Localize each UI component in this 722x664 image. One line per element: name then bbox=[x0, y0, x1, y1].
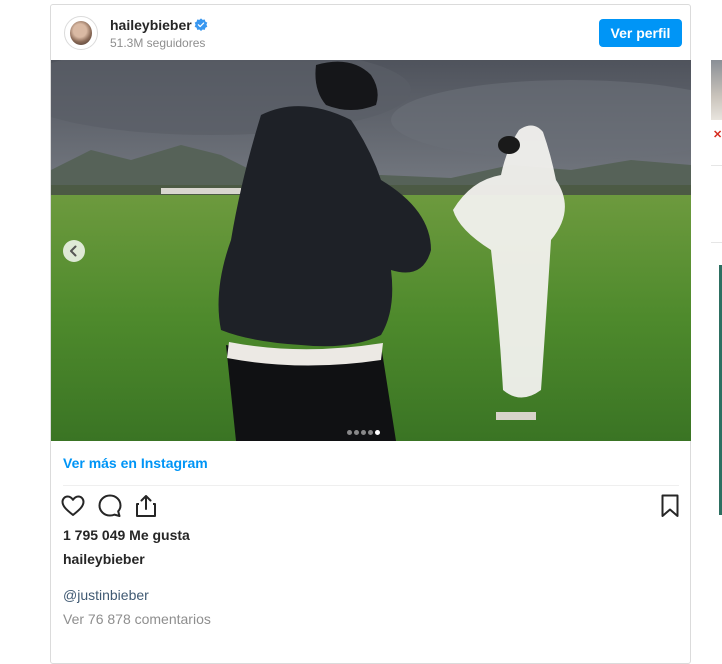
see-more-on-instagram-link[interactable]: Ver más en Instagram bbox=[63, 455, 208, 471]
carousel-indicator bbox=[347, 422, 382, 435]
carousel-dot bbox=[361, 430, 366, 435]
instagram-embed-card: haileybieber 51.3M seguidores Ver perfil bbox=[50, 4, 691, 664]
view-profile-button[interactable]: Ver perfil bbox=[599, 19, 682, 47]
heart-icon[interactable] bbox=[60, 493, 86, 519]
carousel-dot-active bbox=[375, 430, 380, 435]
post-photo[interactable] bbox=[51, 60, 691, 441]
view-comments-link[interactable]: Ver 76 878 comentarios bbox=[63, 611, 211, 627]
follower-count: 51.3M seguidores bbox=[110, 36, 206, 50]
verified-badge-icon bbox=[194, 18, 208, 32]
post-username[interactable]: haileybieber bbox=[110, 17, 192, 33]
carousel-prev-button[interactable] bbox=[63, 240, 85, 262]
divider bbox=[711, 242, 722, 243]
carousel-dot bbox=[368, 430, 373, 435]
chevron-left-icon bbox=[70, 245, 77, 257]
divider bbox=[63, 485, 679, 486]
bookmark-icon[interactable] bbox=[657, 493, 683, 519]
share-icon[interactable] bbox=[133, 493, 159, 519]
sidebar-thumbnail-fragment bbox=[711, 60, 722, 120]
like-count: 1 795 049 Me gusta bbox=[63, 527, 190, 543]
comment-bubble-icon[interactable] bbox=[97, 493, 123, 519]
caption-mention[interactable]: @justinbieber bbox=[63, 587, 149, 603]
sidebar-close-icon: ✕ bbox=[713, 129, 722, 141]
photo-scene bbox=[51, 60, 691, 441]
post-header: haileybieber 51.3M seguidores Ver perfil bbox=[51, 5, 690, 61]
caption-username[interactable]: haileybieber bbox=[63, 551, 145, 567]
carousel-dot bbox=[347, 430, 352, 435]
avatar[interactable] bbox=[64, 16, 98, 50]
divider bbox=[711, 165, 722, 166]
carousel-dot bbox=[354, 430, 359, 435]
